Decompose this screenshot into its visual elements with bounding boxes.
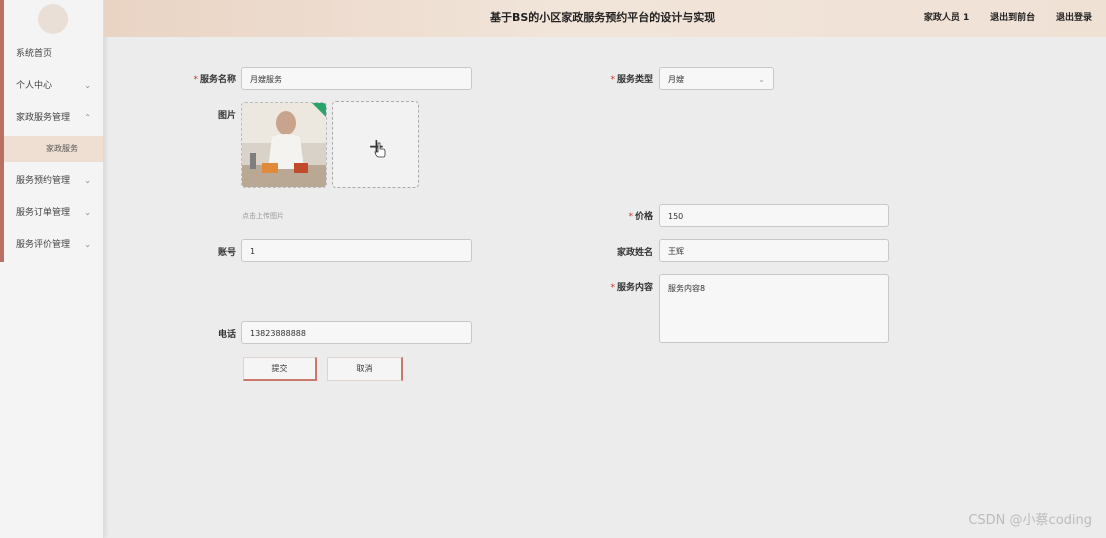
sidebar-subitem-service[interactable]: 家政服务 [4,136,103,162]
worker-name-input[interactable]: 王辉 [659,239,889,262]
phone-label: 电话 [217,330,236,340]
price-label: * 价格 [628,212,653,222]
sidebar-item-label: 个人中心 [16,81,53,91]
sidebar-item-label: 服务评价管理 [16,240,71,250]
sidebar: 系统首页 个人中心 ⌄ 家政服务管理 ⌃ 家政服务 服务预约管理 ⌄ 服务订单管… [0,0,104,538]
image-label: 图片 [217,111,236,121]
cursor-hand-icon [374,142,386,158]
sidebar-item-label: 服务订单管理 [16,208,71,218]
sidebar-item-label: 家政服务管理 [16,113,71,123]
phone-input[interactable]: 13823888888 [241,321,472,344]
user-label: 家政人员 1 [923,13,970,23]
sidebar-item-label: 服务预约管理 [16,176,71,186]
chevron-up-icon: ⌃ [84,113,91,122]
chevron-down-icon: ⌄ [84,81,91,90]
sidebar-item-service-management[interactable]: 家政服务管理 ⌃ [0,104,103,132]
account-label: 账号 [217,248,236,258]
service-content-textarea[interactable]: 服务内容8 [659,274,889,343]
price-input[interactable]: 150 [659,204,889,227]
service-name-label: * 服务名称 [193,75,236,85]
sidebar-item-label: 系统首页 [16,49,53,59]
chef-photo [242,103,326,187]
image-upload-button[interactable]: + [332,101,419,188]
back-to-front-link[interactable]: 退出到前台 [990,13,1035,23]
sidebar-item-home[interactable]: 系统首页 [0,40,103,68]
upload-hint: 点击上传图片 [242,212,284,220]
header-links: 家政人员 1 退出到前台 退出登录 [906,0,1092,36]
sidebar-item-profile[interactable]: 个人中心 ⌄ [0,72,103,100]
service-type-select[interactable]: 月嫂 ⌄ [659,67,774,90]
sidebar-item-label: 家政服务 [46,144,78,153]
watermark: CSDN @小蔡coding [968,513,1092,528]
header: 基于BS的小区家政服务预约平台的设计与实现 家政人员 1 退出到前台 退出登录 [104,0,1106,37]
chevron-down-icon: ⌄ [758,75,765,84]
sidebar-item-order-management[interactable]: 服务订单管理 ⌄ [0,199,103,227]
service-name-input[interactable]: 月嫂服务 [241,67,472,90]
chevron-down-icon: ⌄ [84,176,91,185]
sidebar-item-booking-management[interactable]: 服务预约管理 ⌄ [0,167,103,195]
cancel-button[interactable]: 取消 [327,357,403,381]
submit-button[interactable]: 提交 [243,357,317,381]
service-content-label: * 服务内容 [610,283,653,293]
chevron-down-icon: ⌄ [84,240,91,249]
account-input[interactable]: 1 [241,239,472,262]
uploaded-image-thumbnail[interactable] [241,102,327,188]
avatar[interactable] [38,4,68,34]
page-title: 基于BS的小区家政服务预约平台的设计与实现 [490,11,716,24]
service-type-label: * 服务类型 [610,75,653,85]
logout-link[interactable]: 退出登录 [1056,13,1092,23]
sidebar-item-review-management[interactable]: 服务评价管理 ⌄ [0,231,103,259]
chevron-down-icon: ⌄ [84,208,91,217]
worker-name-label: 家政姓名 [616,248,653,258]
